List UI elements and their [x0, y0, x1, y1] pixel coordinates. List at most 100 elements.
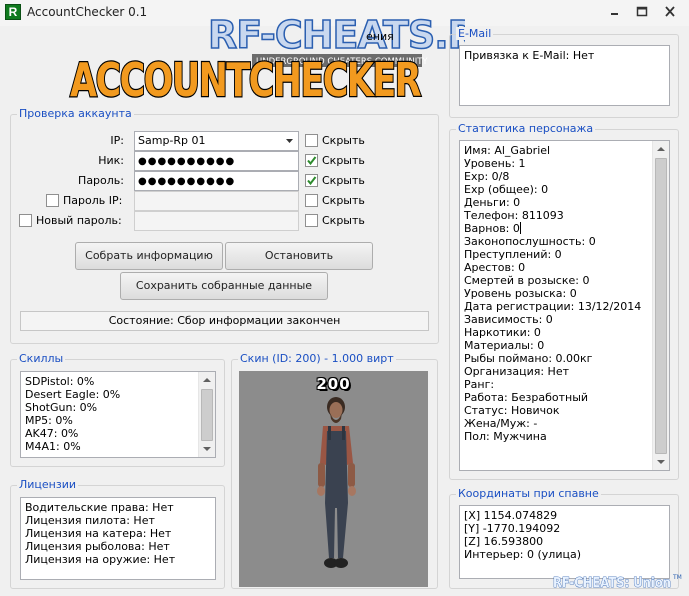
email-status-text: Привязка к E-Mail: Нет — [464, 49, 595, 62]
skin-character-image — [317, 397, 356, 568]
stats-line: Материалы: 0 — [464, 339, 545, 352]
skills-textbox[interactable]: SDPistol: 0% Desert Eagle: 0% ShotGun: 0% M… — [20, 371, 216, 458]
password-label: Пароль: — [78, 174, 124, 187]
email-textbox[interactable]: Привязка к E-Mail: Нет — [459, 45, 670, 106]
checkmark-icon — [307, 176, 317, 186]
accountchecker-logo: ACCOUNTCHECKER — [69, 52, 425, 106]
scroll-up-icon[interactable] — [199, 372, 215, 388]
logo-text: ACCOUNTCHECKER — [70, 53, 421, 106]
chevron-down-icon[interactable] — [281, 132, 298, 150]
password-input[interactable]: ●●●●●●●●●● — [134, 171, 299, 191]
stats-line: Exp (общее): 0 — [464, 183, 549, 196]
stats-line: Ранг: — [464, 378, 495, 391]
skin-preview: 200 — [239, 371, 428, 587]
minimize-icon — [611, 13, 618, 15]
license-line: Лицензия рыболова: Нет — [25, 540, 170, 553]
nick-label: Ник: — [98, 154, 124, 167]
spawn-line: [Z] 16.593800 — [464, 535, 544, 548]
stats-line: Имя: Al_Gabriel — [464, 144, 551, 157]
hide-label: Скрыть — [322, 194, 365, 207]
password-input-value: ●●●●●●●●●● — [138, 176, 236, 187]
skills-title: Скиллы — [17, 352, 66, 365]
checkmark-icon — [307, 156, 317, 166]
ip-select-value: Samp-Rp 01 — [138, 134, 206, 147]
skill-line: MP5: 0% — [25, 414, 73, 427]
scroll-down-icon[interactable] — [199, 441, 215, 457]
checkbox-box[interactable] — [305, 194, 318, 207]
scroll-thumb[interactable] — [201, 389, 213, 441]
checkbox-box[interactable] — [305, 214, 318, 227]
stats-line: Дата регистрации: 13/12/2014 — [464, 300, 642, 313]
skin-id-label: 200 — [316, 375, 351, 393]
scroll-thumb[interactable] — [655, 158, 667, 454]
hide-label: Скрыть — [322, 154, 365, 167]
password-ip-input[interactable] — [134, 191, 299, 211]
scroll-up-icon[interactable] — [653, 141, 669, 157]
spawn-lines: [X] 1154.074829 [Y] -1770.194092 [Z] 16.59… — [464, 509, 665, 561]
new-password-label: Новый пароль: — [36, 214, 122, 227]
checkbox-box[interactable] — [305, 154, 318, 167]
close-button[interactable] — [659, 5, 681, 19]
license-line: Водительские права: Нет — [25, 501, 174, 514]
stats-line: Деньги: 0 — [464, 196, 521, 209]
stats-scrollbar[interactable] — [652, 141, 669, 470]
skill-line: Desert Eagle: 0% — [25, 388, 121, 401]
nick-input[interactable]: ●●●●●●●●●● — [134, 151, 299, 171]
new-password-checkbox[interactable]: Новый пароль: — [19, 214, 122, 227]
skill-line: AK47: 0% — [25, 427, 79, 440]
footer-logo-tm: TM — [672, 574, 682, 581]
save-data-button[interactable]: Сохранить собранные данные — [120, 272, 328, 300]
stats-line: Организация: Нет — [464, 365, 569, 378]
hide-password-checkbox[interactable]: Скрыть — [305, 174, 365, 187]
hide-password-ip-checkbox[interactable]: Скрыть — [305, 194, 365, 207]
stats-line: Рыбы поймано: 0.00кг — [464, 352, 593, 365]
skills-scrollbar[interactable] — [198, 372, 215, 457]
stats-line: Уровень розыска: 0 — [464, 287, 577, 300]
scroll-down-icon[interactable] — [653, 454, 669, 470]
stats-title: Статистика персонажа — [456, 122, 596, 135]
stop-button[interactable]: Остановить — [225, 242, 373, 270]
hide-ip-checkbox[interactable]: Скрыть — [305, 134, 365, 147]
ip-select[interactable]: Samp-Rp 01 — [134, 131, 299, 151]
licenses-title: Лицензии — [17, 478, 79, 491]
hide-new-password-checkbox[interactable]: Скрыть — [305, 214, 365, 227]
collect-info-button[interactable]: Собрать информацию — [75, 242, 223, 270]
stats-line: Уровень: 1 — [464, 157, 526, 170]
password-ip-checkbox[interactable]: Пароль IP: — [46, 194, 122, 207]
hide-nick-checkbox[interactable]: Скрыть — [305, 154, 365, 167]
obscured-text-fragment: ения — [366, 30, 394, 43]
checkbox-box[interactable] — [19, 214, 32, 227]
stats-line: Наркотики: 0 — [464, 326, 541, 339]
stats-line: Смертей в розыске: 0 — [464, 274, 590, 287]
skin-title: Скин (ID: 200) - 1.000 вирт — [238, 352, 396, 365]
checkbox-box[interactable] — [305, 174, 318, 187]
hide-label: Скрыть — [322, 214, 365, 227]
app-icon: R — [5, 4, 21, 20]
stats-lines: Имя: Al_Gabriel Уровень: 1 Exp: 0/8 Exp (об… — [464, 144, 665, 443]
stats-line: Работа: Безработный — [464, 391, 589, 404]
skill-line: M4A1: 0% — [25, 440, 81, 453]
status-bar: Состояние: Сбор информации закончен — [20, 311, 429, 331]
stats-line: Жена/Муж: - — [464, 417, 538, 430]
checkbox-box[interactable] — [305, 134, 318, 147]
maximize-icon — [636, 6, 648, 17]
spawn-textbox[interactable]: [X] 1154.074829 [Y] -1770.194092 [Z] 16.59… — [459, 505, 670, 579]
hide-label: Скрыть — [322, 174, 365, 187]
close-icon — [665, 6, 675, 17]
new-password-input[interactable] — [134, 211, 299, 231]
stats-line: Варнов: 0 — [464, 222, 521, 235]
stats-line: Телефон: 811093 — [464, 209, 564, 222]
licenses-textbox[interactable]: Водительские права: Нет Лицензия пилота: … — [20, 497, 216, 580]
minimize-button[interactable] — [603, 5, 625, 19]
maximize-button[interactable] — [631, 5, 653, 19]
spawn-line: [Y] -1770.194092 — [464, 522, 561, 535]
license-line: Лицензия пилота: Нет — [25, 514, 155, 527]
checkbox-box[interactable] — [46, 194, 59, 207]
spawn-title: Координаты при спавне — [456, 487, 601, 500]
stats-textbox[interactable]: Имя: Al_Gabriel Уровень: 1 Exp: 0/8 Exp (об… — [459, 140, 670, 471]
stats-line: Арестов: 0 — [464, 261, 526, 274]
license-line: Лицензия на катера: Нет — [25, 527, 172, 540]
license-line: Лицензия на оружие: Нет — [25, 553, 176, 566]
stats-line: Пол: Мужчина — [464, 430, 547, 443]
skill-line: SDPistol: 0% — [25, 375, 95, 388]
